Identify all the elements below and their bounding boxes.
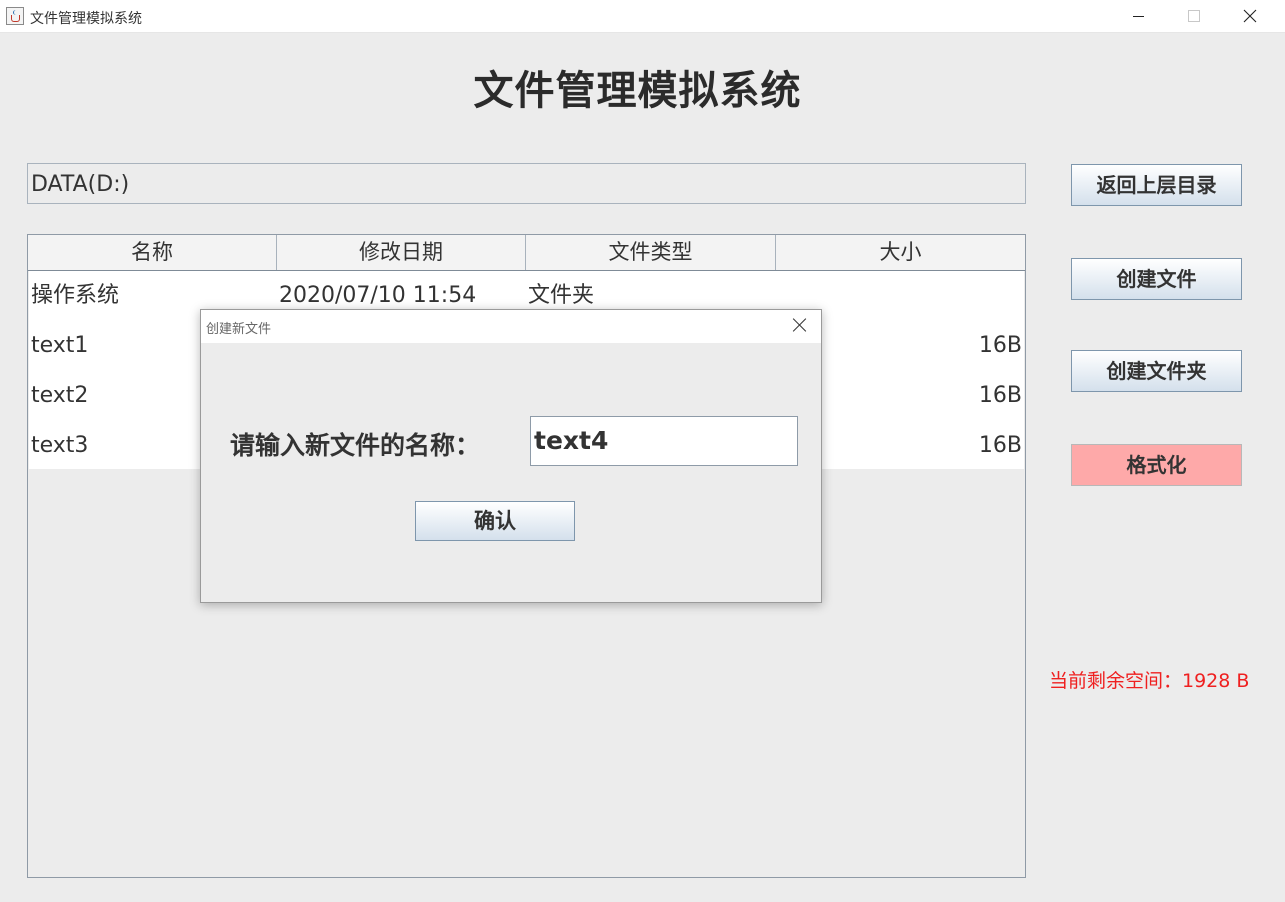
page-title: 文件管理模拟系统	[473, 68, 802, 114]
cell-name: text2	[31, 383, 89, 408]
table-header: 名称 修改日期 文件类型 大小	[28, 235, 1025, 271]
maximize-icon	[1188, 10, 1200, 22]
back-to-parent-button[interactable]: 返回上层目录	[1071, 164, 1242, 206]
confirm-button[interactable]: 确认	[415, 501, 575, 541]
column-header-size[interactable]: 大小	[776, 235, 1025, 270]
cell-size: 16B	[978, 433, 1022, 458]
close-button[interactable]	[1222, 0, 1278, 32]
dialog-title: 创建新文件	[206, 322, 272, 337]
window-title: 文件管理模拟系统	[30, 11, 142, 27]
dialog-close-icon[interactable]	[793, 318, 807, 332]
cell-size: 16B	[978, 383, 1022, 408]
create-folder-button[interactable]: 创建文件夹	[1071, 350, 1242, 392]
create-file-dialog: 创建新文件 请输入新文件的名称： text4 确认	[200, 309, 822, 603]
column-header-date[interactable]: 修改日期	[277, 235, 526, 270]
maximize-button[interactable]	[1166, 0, 1222, 32]
window-titlebar: 文件管理模拟系统	[0, 0, 1285, 33]
dialog-titlebar: 创建新文件	[201, 310, 821, 343]
cell-name: text3	[31, 433, 89, 458]
current-path-field[interactable]: DATA(D:)	[27, 163, 1026, 204]
minimize-button[interactable]	[1110, 0, 1166, 32]
filename-prompt-label: 请输入新文件的名称：	[230, 431, 481, 460]
create-file-button[interactable]: 创建文件	[1071, 258, 1242, 300]
filename-input[interactable]: text4	[530, 416, 798, 466]
cell-size: 16B	[978, 333, 1022, 358]
close-icon	[1243, 9, 1257, 23]
format-button[interactable]: 格式化	[1071, 444, 1242, 486]
cell-name: 操作系统	[31, 283, 120, 308]
java-cup-icon	[6, 7, 24, 25]
minimize-icon	[1132, 15, 1144, 17]
free-space-label: 当前剩余空间：1928 B	[1049, 670, 1250, 692]
cell-name: text1	[31, 333, 89, 358]
column-header-type[interactable]: 文件类型	[526, 235, 776, 270]
column-header-name[interactable]: 名称	[28, 235, 277, 270]
